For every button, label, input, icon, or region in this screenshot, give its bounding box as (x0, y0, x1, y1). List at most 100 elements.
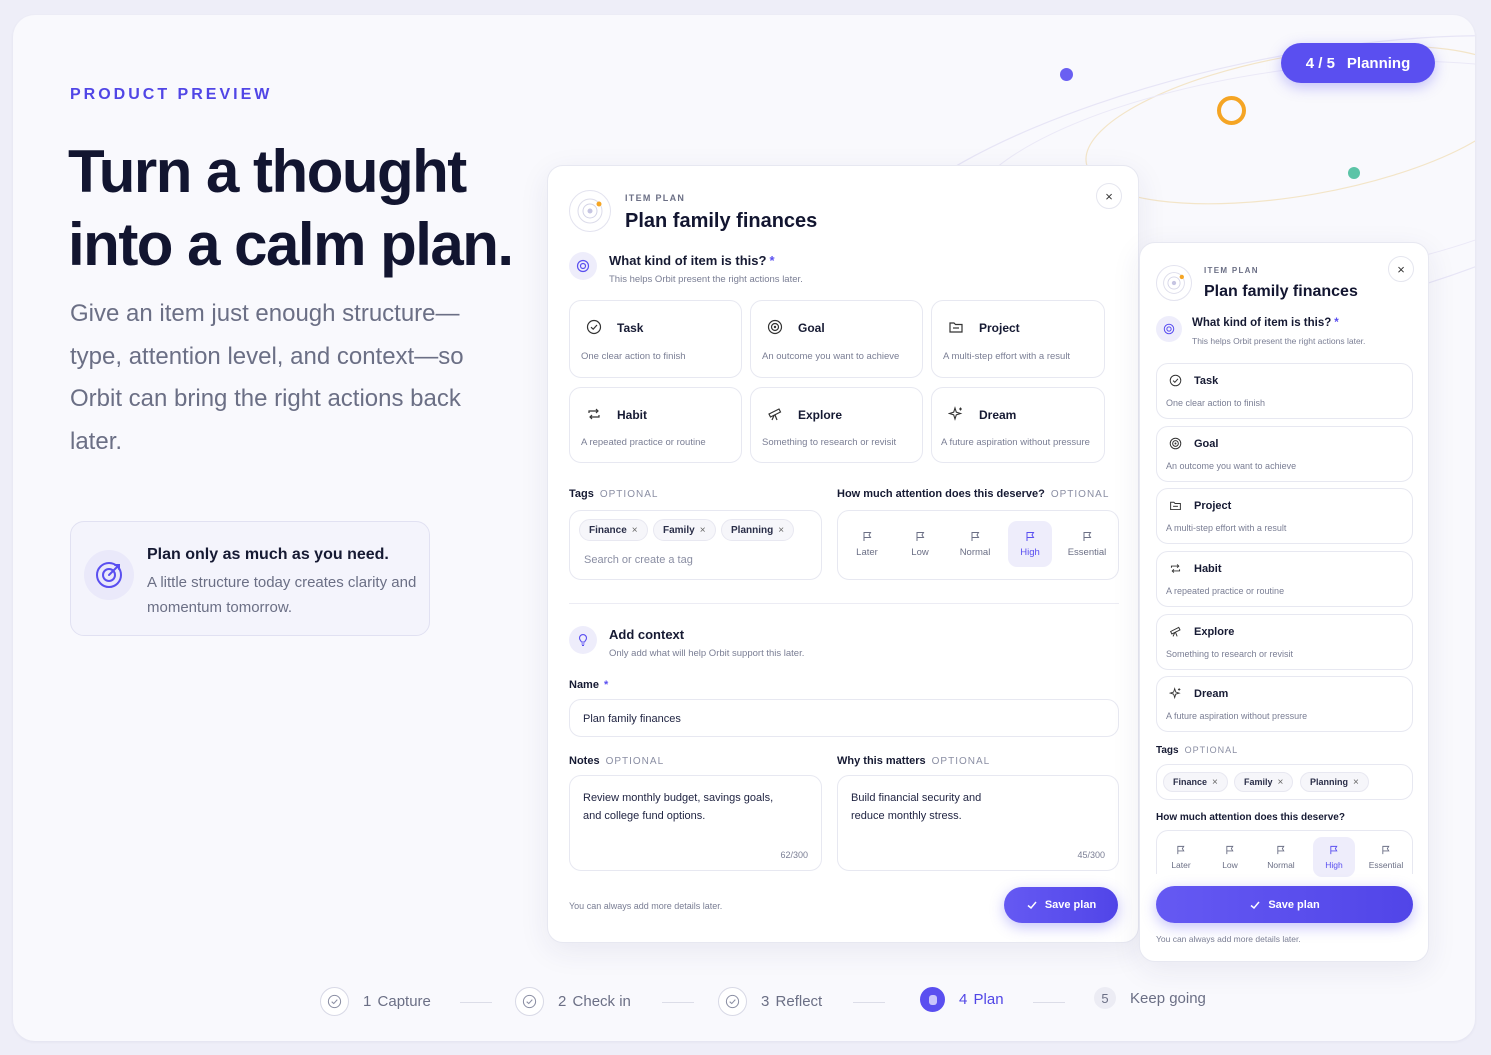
why-char-count: 45/300 (1077, 850, 1105, 860)
type-desc: An outcome you want to achieve (1166, 461, 1297, 471)
tags-input[interactable]: Finance × Family × Planning × Search or cre… (569, 510, 822, 580)
save-plan-button[interactable]: Save plan (1156, 886, 1413, 923)
close-button[interactable]: × (1388, 256, 1414, 282)
type-question: What kind of item is this? * (1192, 317, 1339, 329)
type-desc: An outcome you want to achieve (762, 351, 900, 362)
preview-card: PRODUCT PREVIEW Turn a thought into a ca… (13, 15, 1475, 1041)
remove-tag-icon[interactable]: × (1212, 777, 1218, 788)
why-textarea[interactable]: Build financial security and reduce mont… (837, 775, 1119, 871)
context-title: Add context (609, 627, 685, 642)
progress-badge: 4 / 5 Planning (1281, 43, 1435, 83)
badge-label: Planning (1346, 54, 1411, 72)
type-name: Task (617, 321, 644, 335)
attention-high[interactable]: High (1008, 521, 1052, 567)
tip-title: Plan only as much as you need. (147, 546, 389, 563)
current-step-icon (920, 987, 945, 1012)
target-icon (569, 252, 597, 280)
step-plan[interactable]: 4 Plan (920, 987, 1004, 1012)
repeat-icon (586, 406, 602, 422)
attention-essential[interactable]: Essential (1362, 837, 1410, 877)
check-circle-icon (320, 987, 349, 1016)
attention-normal[interactable]: Normal (950, 521, 1000, 567)
target-icon (1169, 437, 1182, 450)
step-reflect[interactable]: 3 Reflect (718, 987, 822, 1016)
type-card-dream[interactable]: Dream A future aspiration without pressu… (1156, 676, 1413, 732)
notes-char-count: 62/300 (780, 850, 808, 860)
attention-low[interactable]: Low (898, 521, 942, 567)
type-card-explore[interactable]: Explore Something to research or revisit (750, 387, 923, 463)
tag-chip[interactable]: Planning × (1300, 772, 1369, 792)
attention-low[interactable]: Low (1209, 837, 1251, 877)
step-connector (460, 1002, 492, 1003)
tag-chip[interactable]: Finance × (1163, 772, 1228, 792)
target-icon (84, 550, 134, 600)
type-card-task[interactable]: Task One clear action to finish (569, 300, 742, 378)
type-card-habit[interactable]: Habit A repeated practice or routine (1156, 551, 1413, 607)
type-card-task[interactable]: Task One clear action to finish (1156, 363, 1413, 419)
check-circle-icon (586, 319, 602, 335)
type-name: Habit (617, 408, 647, 422)
tag-chip[interactable]: Family × (653, 519, 716, 541)
notes-textarea[interactable]: Review monthly budget, savings goals, an… (569, 775, 822, 871)
required-mark: * (769, 253, 775, 268)
type-name: Task (1194, 375, 1219, 387)
repeat-icon (1169, 562, 1182, 575)
remove-tag-icon[interactable]: × (1353, 777, 1359, 788)
attention-essential[interactable]: Essential (1060, 521, 1114, 567)
step-check-in[interactable]: 2 Check in (515, 987, 631, 1016)
type-name: Dream (979, 408, 1017, 422)
target-icon (767, 319, 783, 335)
hero-headline: Turn a thought into a calm plan. (68, 135, 518, 281)
type-card-dream[interactable]: Dream A future aspiration without pressu… (931, 387, 1105, 463)
attention-normal[interactable]: Normal (1258, 837, 1304, 877)
flag-icon (1277, 845, 1285, 854)
sparkle-icon (1169, 687, 1182, 700)
tag-chip[interactable]: Finance × (579, 519, 648, 541)
step-connector (853, 1002, 885, 1003)
notes-label: Notes OPTIONAL (569, 755, 665, 767)
eyebrow: PRODUCT PREVIEW (70, 86, 273, 103)
type-card-goal[interactable]: Goal An outcome you want to achieve (1156, 426, 1413, 482)
remove-tag-icon[interactable]: × (778, 525, 784, 536)
type-desc: Something to research or revisit (762, 437, 897, 448)
tip-text: A little structure today creates clarity… (147, 574, 417, 616)
attention-later[interactable]: Later (844, 521, 890, 567)
headline-line-1: Turn a thought (68, 138, 467, 205)
type-card-explore[interactable]: Explore Something to research or revisit (1156, 614, 1413, 670)
orbit-ring-orange (1217, 96, 1246, 125)
remove-tag-icon[interactable]: × (632, 525, 638, 536)
type-desc: One clear action to finish (581, 351, 686, 362)
attention-label: How much attention does this deserve? OPT… (837, 488, 1110, 500)
close-button[interactable]: × (1096, 183, 1122, 209)
attention-selector: Later Low Normal High Essential (1156, 830, 1413, 877)
footer-note: You can always add more details later. (569, 901, 723, 911)
orbit-dot-teal (1348, 167, 1360, 179)
optional-tag: OPTIONAL (599, 489, 659, 500)
flag-icon (1330, 845, 1338, 854)
attention-high[interactable]: High (1313, 837, 1355, 877)
tag-search-placeholder: Search or create a tag (584, 554, 693, 566)
type-card-project[interactable]: Project A multi-step effort with a resul… (1156, 488, 1413, 544)
tag-chip[interactable]: Family × (1234, 772, 1294, 792)
type-card-goal[interactable]: Goal An outcome you want to achieve (750, 300, 923, 378)
type-help: This helps Orbit present the right actio… (1192, 336, 1366, 346)
tag-chip[interactable]: Planning × (721, 519, 795, 541)
check-circle-icon (515, 987, 544, 1016)
type-card-habit[interactable]: Habit A repeated practice or routine (569, 387, 742, 463)
modal-eyebrow: ITEM PLAN (625, 193, 686, 203)
step-keep-going[interactable]: 5 Keep going (1094, 987, 1206, 1009)
remove-tag-icon[interactable]: × (700, 525, 706, 536)
step-connector (1033, 1002, 1065, 1003)
step-capture[interactable]: 1 Capture (320, 987, 431, 1016)
type-desc: A future aspiration without pressure (1166, 711, 1308, 721)
attention-label: How much attention does this deserve? (1156, 812, 1345, 823)
flag-icon (1083, 531, 1091, 541)
tags-input[interactable]: Finance × Family × Planning × (1156, 764, 1413, 800)
remove-tag-icon[interactable]: × (1278, 777, 1284, 788)
name-input[interactable]: Plan family finances (569, 699, 1119, 737)
save-plan-button[interactable]: Save plan (1004, 887, 1118, 923)
attention-later[interactable]: Later (1160, 837, 1202, 877)
type-card-project[interactable]: Project A multi-step effort with a resul… (931, 300, 1105, 378)
name-label: Name * (569, 679, 609, 691)
type-desc: A repeated practice or routine (581, 437, 706, 448)
